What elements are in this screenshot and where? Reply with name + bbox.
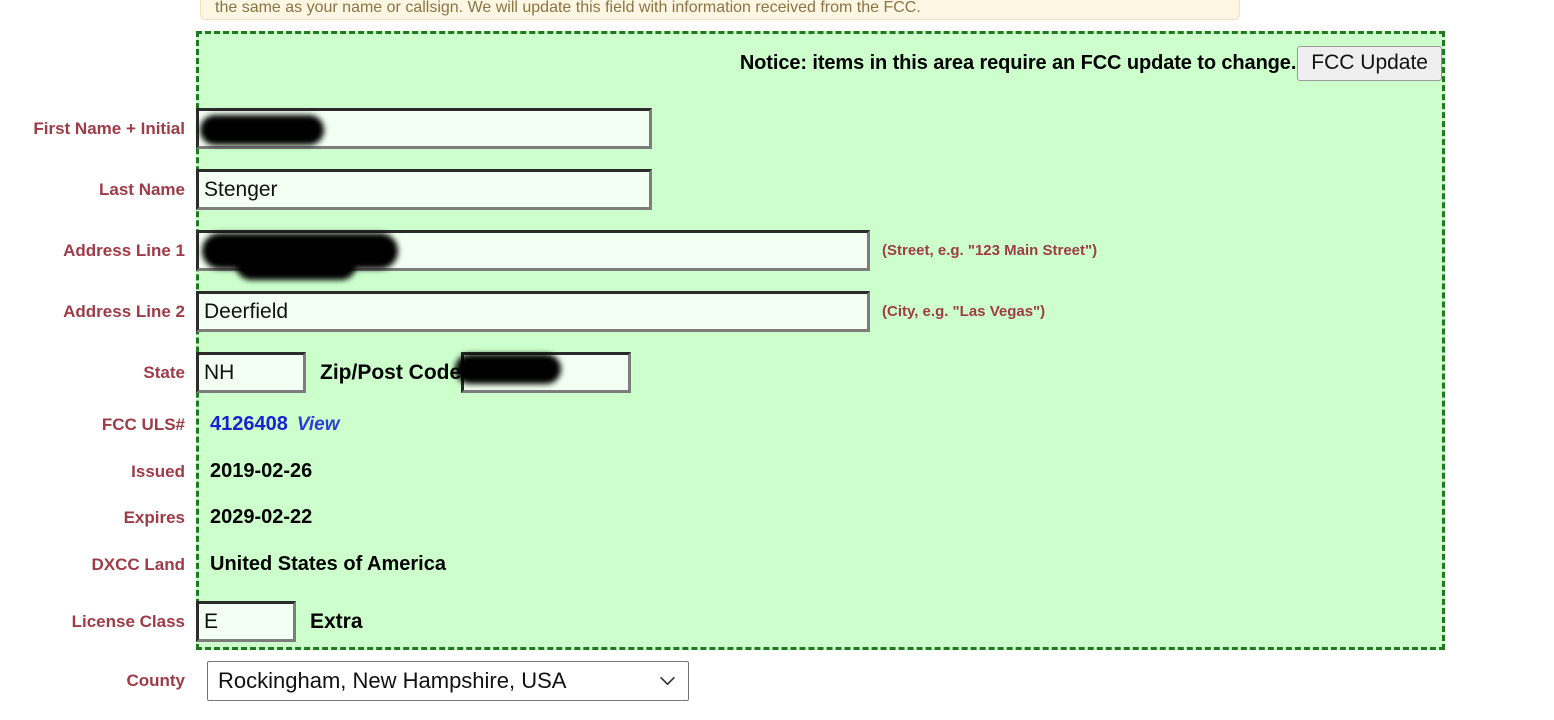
address-line-2-hint: (City, e.g. "Las Vegas") xyxy=(882,303,1046,320)
dxcc-land-field-area: United States of America xyxy=(196,553,1554,576)
fcc-notice-row: Notice: items in this area require an FC… xyxy=(199,46,1442,81)
fcc-info-banner: the same as your name or callsign. We wi… xyxy=(200,0,1240,20)
row-state-zip: State Zip/Post Code xyxy=(0,352,1554,393)
county-field-area: Rockingham, New Hampshire, USA xyxy=(196,661,1554,701)
state-label: State xyxy=(143,362,185,382)
row-license-class: License Class Extra xyxy=(0,601,1554,642)
license-class-label: License Class xyxy=(71,611,185,631)
license-class-input[interactable] xyxy=(196,601,296,642)
address-line-2-input[interactable] xyxy=(196,291,870,332)
row-issued: Issued 2019-02-26 xyxy=(0,460,1554,483)
state-zip-field-area: Zip/Post Code xyxy=(196,352,1554,393)
address-line-1-field-area: (Street, e.g. "123 Main Street") xyxy=(196,230,1554,280)
issued-label: Issued xyxy=(131,461,185,481)
last-name-input[interactable] xyxy=(196,169,652,210)
station-profile-page: the same as your name or callsign. We wi… xyxy=(0,0,1554,720)
zip-post-code-input[interactable] xyxy=(461,352,632,393)
fcc-info-banner-text: the same as your name or callsign. We wi… xyxy=(215,0,921,16)
first-name-field-area xyxy=(196,108,1554,149)
county-select-wrap: Rockingham, New Hampshire, USA xyxy=(207,661,689,701)
license-class-field-area: Extra xyxy=(196,601,1554,642)
expires-field-area: 2029-02-22 xyxy=(196,506,1554,529)
row-address-line-1: Address Line 1 (Street, e.g. "123 Main S… xyxy=(0,230,1554,280)
last-name-field-area xyxy=(196,169,1554,210)
zip-post-code-label: Zip/Post Code xyxy=(320,360,462,384)
row-last-name: Last Name xyxy=(0,169,1554,210)
address-line-1-label: Address Line 1 xyxy=(63,240,185,260)
last-name-label: Last Name xyxy=(99,179,185,199)
address-line-2-field-area: (City, e.g. "Las Vegas") xyxy=(196,291,1554,332)
row-first-name: First Name + Initial xyxy=(0,108,1554,149)
first-name-label: First Name + Initial xyxy=(33,118,185,138)
fcc-uls-label: FCC ULS# xyxy=(101,414,185,434)
fcc-uls-view-link[interactable]: View xyxy=(297,414,340,436)
fcc-update-button[interactable]: FCC Update xyxy=(1297,46,1442,81)
address-line-2-label: Address Line 2 xyxy=(63,301,185,321)
license-class-name: Extra xyxy=(310,609,363,633)
county-label: County xyxy=(126,671,185,690)
row-dxcc-land: DXCC Land United States of America xyxy=(0,553,1554,576)
address-line-1-input[interactable] xyxy=(196,230,870,271)
fcc-uls-field-area: 4126408 View xyxy=(196,413,1554,436)
issued-field-area: 2019-02-26 xyxy=(196,460,1554,483)
row-county: County Rockingham, New Hampshire, USA xyxy=(0,661,1554,701)
expires-value: 2029-02-22 xyxy=(210,506,313,528)
dxcc-land-value: United States of America xyxy=(210,553,446,575)
county-select[interactable]: Rockingham, New Hampshire, USA xyxy=(207,661,689,701)
fcc-uls-number: 4126408 xyxy=(210,413,288,435)
state-input[interactable] xyxy=(196,352,306,393)
dxcc-land-label: DXCC Land xyxy=(91,554,186,574)
row-expires: Expires 2029-02-22 xyxy=(0,506,1554,529)
fcc-notice-text: Notice: items in this area require an FC… xyxy=(739,52,1297,74)
row-fcc-uls: FCC ULS# 4126408 View xyxy=(0,413,1554,436)
address-line-1-hint: (Street, e.g. "123 Main Street") xyxy=(882,242,1098,259)
issued-value: 2019-02-26 xyxy=(210,460,313,482)
first-name-input[interactable] xyxy=(196,108,652,149)
row-address-line-2: Address Line 2 (City, e.g. "Las Vegas") xyxy=(0,291,1554,332)
expires-label: Expires xyxy=(123,507,185,527)
